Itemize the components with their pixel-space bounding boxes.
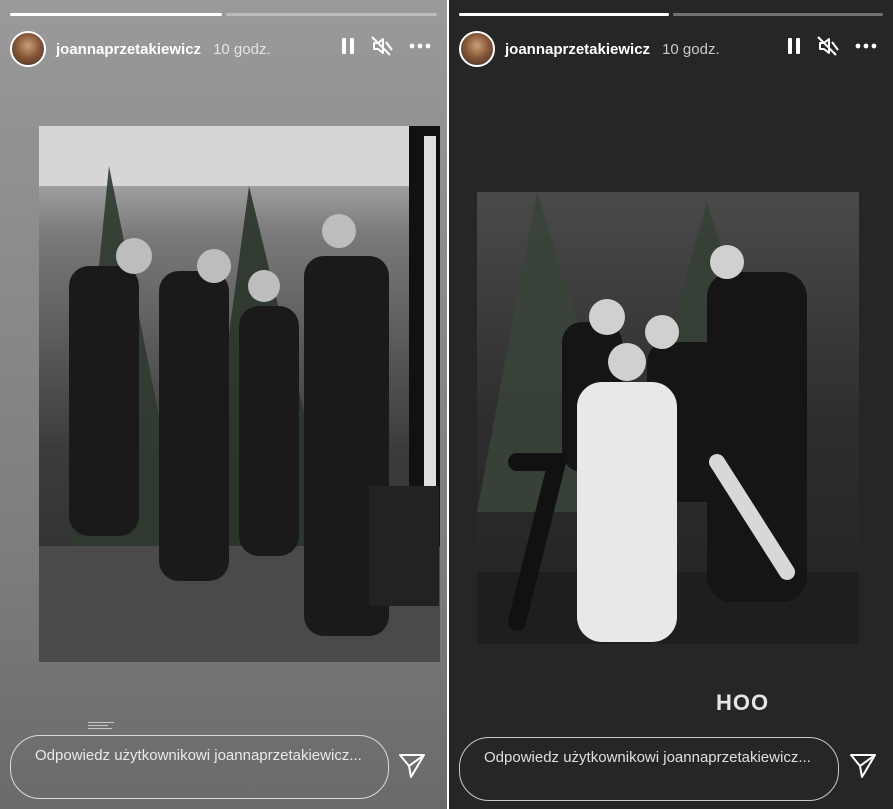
more-icon[interactable] xyxy=(855,43,877,49)
avatar[interactable] xyxy=(459,31,495,67)
story-header: joannaprzetakiewicz 10 godz. xyxy=(459,30,883,68)
send-icon[interactable] xyxy=(849,753,877,784)
pause-icon[interactable] xyxy=(787,37,801,55)
more-icon[interactable] xyxy=(409,43,431,49)
progress-segment xyxy=(459,13,669,16)
story-photo xyxy=(477,192,859,644)
timestamp: 10 godz. xyxy=(213,40,271,58)
username[interactable]: joannaprzetakiewicz xyxy=(505,41,650,58)
mute-icon[interactable] xyxy=(817,36,839,56)
pause-icon[interactable] xyxy=(341,37,355,55)
progress-segment xyxy=(10,13,222,16)
username[interactable]: joannaprzetakiewicz xyxy=(56,41,201,58)
story-panel-right[interactable]: joannaprzetakiewicz 10 godz. HOO Odpowie… xyxy=(449,0,893,809)
story-progress-bar xyxy=(10,13,437,16)
avatar[interactable] xyxy=(10,31,46,67)
progress-segment xyxy=(225,13,437,16)
reply-input[interactable]: Odpowiedz użytkownikowi joannaprzetakiew… xyxy=(459,737,839,801)
mute-icon[interactable] xyxy=(371,36,393,56)
story-panel-left[interactable]: joannaprzetakiewicz 10 godz. Odpowiedz u… xyxy=(0,0,447,809)
story-progress-bar xyxy=(459,13,883,16)
progress-segment xyxy=(673,13,883,16)
story-photo xyxy=(39,126,440,662)
reply-input[interactable]: Odpowiedz użytkownikowi joannaprzetakiew… xyxy=(10,735,389,799)
send-icon[interactable] xyxy=(398,753,426,784)
story-header: joannaprzetakiewicz 10 godz. xyxy=(10,30,437,68)
tiny-text-mark xyxy=(88,722,114,729)
timestamp: 10 godz. xyxy=(662,40,720,58)
story-sticker-text: HOO xyxy=(716,690,770,715)
